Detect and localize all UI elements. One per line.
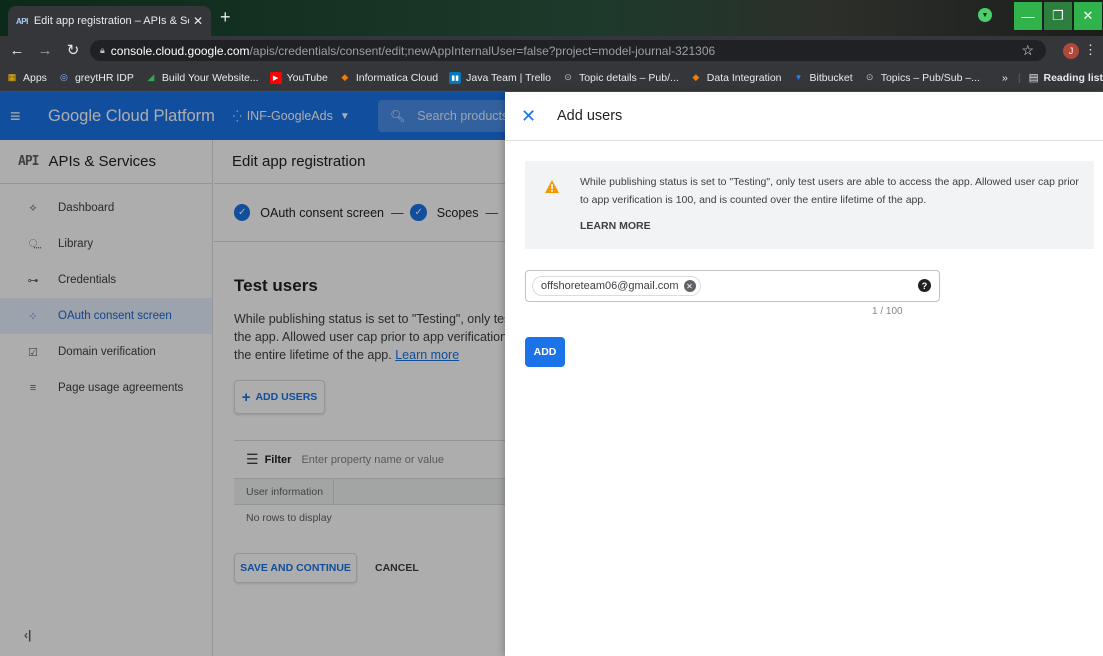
bookmark-item[interactable]: ◎ greytHR IDP: [58, 72, 134, 84]
close-tab-icon[interactable]: ✕: [193, 14, 203, 28]
browser-tab-strip: API Edit app registration – APIs & Se ✕ …: [0, 0, 1103, 36]
bookmarks-right: » | ▤ Reading list: [993, 64, 1103, 91]
add-button[interactable]: ADD: [525, 337, 565, 367]
extension-icon[interactable]: ▼: [978, 8, 992, 22]
remove-chip-icon[interactable]: ✕: [683, 280, 696, 292]
bookmarks-bar: ▦ Apps ◎ greytHR IDP ◢ Build Your Website..…: [0, 64, 1103, 92]
browser-menu-icon[interactable]: ⋮: [1084, 42, 1097, 58]
bookmark-item[interactable]: ◆ Informatica Cloud: [339, 72, 438, 84]
minimize-icon[interactable]: —: [1014, 2, 1042, 30]
reading-list-button[interactable]: Reading list: [1043, 72, 1103, 84]
warning-icon: [545, 180, 559, 193]
browser-tab[interactable]: API Edit app registration – APIs & Se ✕: [8, 6, 211, 36]
greythr-icon: ◎: [60, 72, 68, 82]
address-bar[interactable]: 🔒︎ console.cloud.google.com /apis/creden…: [90, 40, 1046, 61]
url-path: /apis/credentials/consent/edit;newAppInt…: [249, 43, 716, 58]
new-tab-icon[interactable]: +: [220, 8, 231, 26]
modal-scrim[interactable]: [0, 92, 505, 656]
reload-icon[interactable]: ↻: [62, 41, 84, 59]
chip-email: offshoreteam06@gmail.com: [541, 280, 679, 292]
api-favicon-icon: API: [16, 16, 28, 26]
bookmark-item[interactable]: ⊙ Topics – Pub/Sub –...: [864, 72, 980, 84]
informatica-icon: ◆: [341, 72, 349, 82]
window-controls: — ❐ ✕: [1013, 0, 1103, 30]
back-icon[interactable]: ←: [6, 42, 28, 59]
restore-icon[interactable]: ❐: [1044, 2, 1072, 30]
bitbucket-icon: ▾: [796, 72, 801, 82]
informatica-icon: ◆: [692, 72, 700, 82]
bookmark-item[interactable]: ▶ YouTube: [269, 71, 328, 84]
user-counter: 1 / 100: [872, 306, 903, 317]
reading-list-icon: ▤: [1028, 71, 1039, 84]
trello-icon: ▮▮: [449, 71, 462, 84]
learn-more-button[interactable]: LEARN MORE: [580, 220, 651, 232]
youtube-icon: ▶: [269, 71, 282, 84]
close-icon[interactable]: ✕: [521, 106, 541, 127]
testing-notice: While publishing status is set to "Testi…: [525, 161, 1094, 249]
help-icon[interactable]: ?: [918, 279, 931, 292]
add-users-panel: ✕ Add users While publishing status is s…: [505, 92, 1103, 656]
panel-title: Add users: [557, 108, 623, 124]
apps-grid-icon: ▦: [7, 72, 17, 82]
url-host: console.cloud.google.com: [110, 43, 250, 58]
profile-avatar[interactable]: J: [1063, 43, 1079, 59]
bookmark-item[interactable]: ◆ Data Integration: [690, 72, 781, 84]
tab-title: Edit app registration – APIs & Se: [33, 15, 189, 27]
close-window-icon[interactable]: ✕: [1074, 2, 1102, 30]
bookmark-item[interactable]: ▮▮ Java Team | Trello: [449, 71, 551, 84]
notice-text: While publishing status is set to "Testi…: [580, 176, 1079, 206]
browser-toolbar: ← → ↻ 🔒︎ console.cloud.google.com /apis/…: [0, 36, 1103, 64]
email-chip-input[interactable]: offshoreteam06@gmail.com ✕ ?: [525, 270, 940, 302]
lock-icon: 🔒︎: [100, 45, 105, 55]
divider: |: [1017, 71, 1021, 84]
bookmark-item[interactable]: ◢ Build Your Website...: [145, 72, 258, 84]
bookmark-star-icon[interactable]: ☆: [1021, 42, 1034, 59]
pubsub-icon: ⊙: [865, 72, 874, 82]
bookmarks-overflow-icon[interactable]: »: [1002, 72, 1008, 84]
bookmark-item[interactable]: ▦ Apps: [6, 72, 47, 84]
bookmark-item[interactable]: ⊙ Topic details – Pub/...: [562, 72, 679, 84]
panel-header: ✕ Add users: [505, 92, 1103, 141]
pubsub-icon: ⊙: [564, 72, 572, 82]
website-builder-icon: ◢: [147, 72, 155, 82]
email-chip: offshoreteam06@gmail.com ✕: [532, 276, 701, 296]
bookmark-item[interactable]: ▾ Bitbucket: [793, 72, 852, 84]
forward-icon[interactable]: →: [34, 42, 56, 59]
